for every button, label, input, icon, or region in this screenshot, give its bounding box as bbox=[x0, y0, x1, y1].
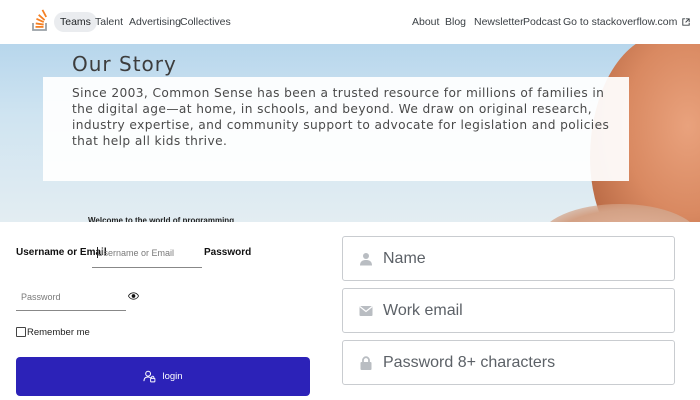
login-button[interactable]: login bbox=[16, 357, 310, 396]
password-input[interactable] bbox=[21, 292, 121, 302]
work-email-placeholder: Work email bbox=[383, 301, 463, 319]
nav-go-to-stackoverflow-label: Go to stackoverflow.com bbox=[563, 16, 678, 28]
user-icon bbox=[360, 252, 372, 265]
stackoverflow-logo-icon[interactable] bbox=[31, 8, 49, 32]
username-input[interactable] bbox=[97, 248, 201, 258]
user-login-icon bbox=[143, 370, 156, 383]
external-link-icon bbox=[682, 18, 690, 26]
name-field[interactable]: Name bbox=[342, 236, 675, 281]
envelope-icon bbox=[359, 305, 373, 316]
name-placeholder: Name bbox=[383, 249, 426, 267]
signup-password-field[interactable]: Password 8+ characters bbox=[342, 340, 675, 385]
lock-icon bbox=[360, 355, 372, 370]
work-email-field[interactable]: Work email bbox=[342, 288, 675, 333]
login-button-label: login bbox=[162, 371, 183, 382]
story-title: Our Story bbox=[72, 52, 177, 76]
username-underline bbox=[92, 267, 202, 268]
remember-me-checkbox[interactable] bbox=[16, 327, 26, 337]
password-underline bbox=[16, 310, 126, 311]
welcome-overlap-mask bbox=[0, 222, 700, 230]
show-password-eye-icon[interactable] bbox=[128, 292, 139, 300]
nav-collectives[interactable]: Collectives bbox=[174, 12, 237, 32]
nav-go-to-stackoverflow[interactable]: Go to stackoverflow.com bbox=[557, 12, 696, 32]
password-label: Password bbox=[204, 247, 252, 258]
username-label: Username or Email bbox=[16, 247, 107, 258]
signup-password-placeholder: Password 8+ characters bbox=[383, 353, 556, 371]
text-cursor bbox=[97, 247, 98, 258]
remember-me-label: Remember me bbox=[27, 327, 90, 338]
top-navbar: Teams Talent Advertising Collectives Abo… bbox=[0, 0, 700, 45]
story-body: Since 2003, Common Sense has been a trus… bbox=[72, 86, 610, 148]
